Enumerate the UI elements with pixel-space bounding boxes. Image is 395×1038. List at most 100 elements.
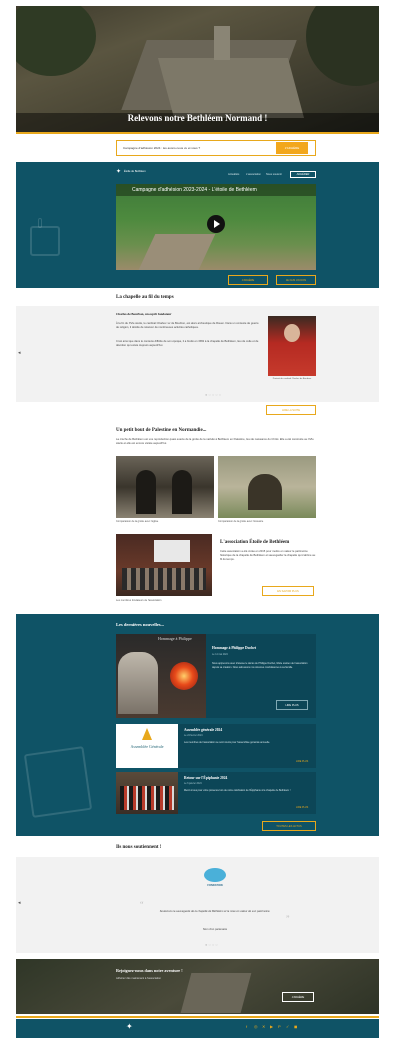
members-group — [122, 568, 206, 590]
chapel-read-more-button[interactable]: LIRE LA SUITE — [266, 405, 316, 415]
cardinal-portrait — [268, 316, 316, 376]
grotto-photo-1 — [116, 456, 214, 518]
featured-news-date: Le 14 mai 2024 — [212, 654, 228, 656]
featured-read-more-button[interactable]: LIRE PLUS — [276, 700, 308, 710]
featured-news-text: Nous apprenons avec tristesse le décès d… — [212, 662, 308, 669]
section-title-support: Ils nous soutiennent ! — [116, 845, 162, 850]
join-text: Adhérez dès maintenant à l'association — [116, 977, 162, 980]
tv-icon — [30, 226, 60, 256]
brand-star-icon: ✦ — [116, 169, 122, 175]
ag-logo-icon — [142, 728, 152, 740]
news-card[interactable]: Retour sur l'Épiphanie 2024 Le 6 janvier… — [116, 772, 316, 814]
share-icon[interactable]: ✓ — [286, 1024, 289, 1029]
news-card-link[interactable]: LIRE PLUS — [296, 760, 308, 763]
portrait-caption: Portrait du cardinal Charles de Bourbon — [272, 378, 312, 380]
news-card-title[interactable]: Assemblée générale 2024 — [184, 728, 222, 733]
youtube-icon[interactable]: ▶ — [270, 1024, 273, 1029]
support-prev-icon[interactable]: ◂ — [18, 900, 21, 907]
projection-screen — [154, 540, 190, 562]
grotto-caption-2: Comparaison de la grotte avec l'ossuaire — [218, 520, 264, 523]
partner-author: Nom d'un partenaire — [202, 928, 228, 931]
all-news-button[interactable]: TOUTES LES ACTUS — [262, 821, 316, 831]
featured-image-text: Hommage à Philippe — [158, 636, 192, 641]
grotto-caption-1: Comparaison de la grotte avec l'église — [116, 520, 159, 523]
partner-logo-text: FONDATION — [207, 884, 223, 887]
candle-icon — [170, 662, 198, 690]
campaign-text: Campagne d'adhésion 2024 : les avons-nou… — [123, 146, 201, 150]
portrait-face — [284, 324, 300, 342]
slider-prev-icon[interactable]: ◂ — [18, 350, 21, 357]
video-chapel-shape — [136, 234, 216, 270]
chapel-text-2: C'est ainsi que dans le contexte diffici… — [116, 340, 259, 348]
newspaper-icon — [23, 746, 93, 818]
footer — [16, 1019, 379, 1038]
featured-news-title[interactable]: Hommage à Philippe Duchet — [212, 646, 256, 651]
nav-item-association[interactable]: L'association — [246, 173, 261, 177]
play-icon[interactable] — [207, 215, 225, 233]
brand-name: Étoile de Bethléem — [124, 170, 146, 173]
instagram-icon[interactable]: ◎ — [254, 1024, 258, 1029]
news-card-image: Assemblée Générale — [116, 724, 178, 768]
video-title: Campagne d'adhésion 2023-2024 - L'étoile… — [132, 187, 257, 193]
grotto-photo-2 — [218, 456, 316, 518]
grotto-entrance — [248, 474, 282, 510]
palestine-text: La crèche de Bethléem est une reproducti… — [116, 438, 314, 446]
twitter-icon[interactable]: ✕ — [262, 1024, 265, 1029]
footer-star-icon: ✦ — [126, 1022, 133, 1031]
video-player[interactable]: Campagne d'adhésion 2023-2024 - L'étoile… — [116, 184, 316, 270]
news-card-link[interactable]: LIRE PLUS — [296, 806, 308, 809]
hero-chapel-tower — [214, 26, 230, 60]
section-title-news: Les dernières nouvelles... — [116, 622, 165, 627]
section-title-chapel: La chapelle au fil du temps — [116, 295, 174, 300]
members-photo — [116, 534, 212, 596]
featured-news-card[interactable]: Hommage à Philippe Hommage à Philippe Du… — [116, 634, 316, 718]
support-slider-dots[interactable]: ●○○○ — [205, 942, 219, 947]
join-adhere-button[interactable]: J'ADHÈRE — [282, 992, 314, 1002]
news-card-text: Les membres de l'association se sont réu… — [184, 741, 270, 744]
featured-news-image — [116, 634, 206, 718]
hero-title: Relevons notre Bethléem Normand ! — [127, 113, 268, 123]
ag-logo-text: Assemblée Générale — [130, 744, 164, 749]
video-donate-button[interactable]: JE FAIS UN DON — [276, 275, 316, 285]
association-text: Cette association a été créée en 2015 po… — [220, 550, 316, 562]
rss-icon[interactable]: ◼ — [294, 1024, 297, 1029]
facebook-icon[interactable]: f — [246, 1024, 247, 1029]
video-adhere-button[interactable]: J'ADHÈRE — [228, 275, 268, 285]
support-slider — [16, 857, 379, 953]
news-card-title[interactable]: Retour sur l'Épiphanie 2024 — [184, 776, 227, 781]
news-card-date: Le 6 janvier 2024 — [184, 783, 202, 785]
news-card-date: Le 24 février 2024 — [184, 735, 203, 737]
hero-tree — [16, 6, 96, 76]
join-chapel-shape — [180, 973, 252, 1013]
grotto-arch — [172, 470, 192, 514]
epiphany-group — [120, 786, 174, 810]
partner-quote: Soutenons la sauvegarde de la chapelle d… — [159, 910, 271, 913]
quote-open-icon: “ — [140, 900, 144, 909]
news-card[interactable]: Assemblée Générale Assemblée générale 20… — [116, 724, 316, 768]
slider-dots[interactable]: ●○○○○ — [205, 392, 222, 397]
quote-close-icon: ” — [286, 914, 290, 923]
join-title: Rejoignez-nous dans notre aventure ! — [116, 968, 183, 973]
association-more-button[interactable]: EN SAVOIR PLUS — [262, 586, 314, 596]
join-banner — [16, 959, 379, 1014]
hero-tree — [306, 6, 379, 86]
chapel-subtitle: Charles de Bourbon, un esprit fondateur — [116, 312, 172, 316]
hero-chapel-roof — [157, 58, 305, 118]
chapel-text-1: À la fin du XVIe siècle, le cardinal Cha… — [116, 322, 259, 330]
nav-adhere-button[interactable]: ADHÉRER — [290, 171, 316, 178]
members-caption: Les membres fondateurs de l'association — [116, 599, 162, 602]
adhere-button[interactable]: J'ADHÈRE — [276, 142, 308, 154]
nav-item-actualites[interactable]: Actualités — [228, 173, 239, 177]
nav-item-soutenir[interactable]: Nous soutenir — [266, 173, 282, 177]
news-card-text: Merci à tous pour votre présence lors de… — [184, 789, 291, 792]
tv-antenna-icon — [38, 218, 42, 228]
chapel-slider — [16, 306, 379, 402]
grotto-arch — [136, 470, 156, 514]
gold-divider — [16, 1016, 379, 1018]
portrait-photo — [118, 652, 158, 714]
news-card-image — [116, 772, 178, 814]
gold-divider — [16, 132, 379, 134]
section-title-palestine: Un petit bout de Palestine en Normandie.… — [116, 428, 207, 433]
section-title-association: L'association Étoile de Bethléem — [220, 540, 290, 545]
pinterest-icon[interactable]: P — [278, 1024, 281, 1029]
